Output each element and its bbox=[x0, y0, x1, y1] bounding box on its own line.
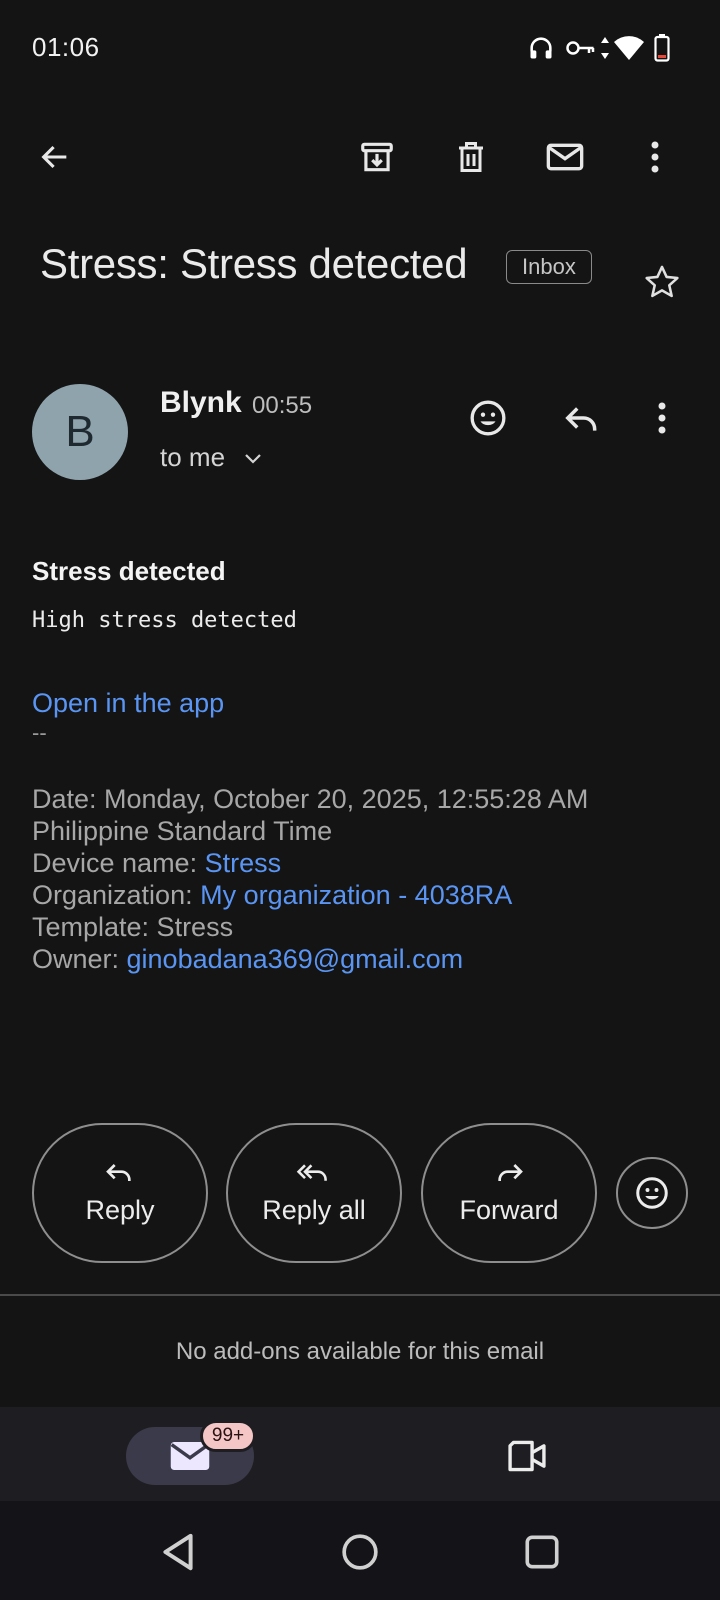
organization-link[interactable]: My organization - 4038RA bbox=[200, 880, 512, 910]
meet-video-icon[interactable] bbox=[502, 1436, 552, 1476]
chevron-down-icon bbox=[244, 453, 262, 465]
battery-icon bbox=[652, 32, 672, 64]
more-vert-icon[interactable] bbox=[640, 132, 670, 182]
date-line: Date: Monday, October 20, 2025, 12:55:28… bbox=[32, 784, 589, 814]
system-back-icon[interactable] bbox=[156, 1530, 200, 1574]
reply-button[interactable]: Reply bbox=[32, 1123, 208, 1263]
back-arrow-icon[interactable] bbox=[30, 132, 80, 182]
owner-email-link[interactable]: ginobadana369@gmail.com bbox=[127, 944, 464, 974]
reply-all-icon bbox=[296, 1161, 332, 1185]
archive-icon[interactable] bbox=[352, 132, 402, 182]
device-line: Device name: Stress bbox=[32, 848, 281, 879]
data-arrows-icon bbox=[598, 34, 612, 62]
emoji-reaction-icon[interactable] bbox=[466, 396, 510, 440]
forward-label: Forward bbox=[459, 1194, 559, 1225]
sender-name: Blynk bbox=[160, 386, 242, 419]
sender-avatar[interactable]: B bbox=[32, 384, 128, 480]
reply-icon bbox=[104, 1161, 136, 1185]
recipient-toggle[interactable]: to me bbox=[160, 442, 262, 473]
addons-message: No add-ons available for this email bbox=[175, 1338, 545, 1365]
wifi-icon bbox=[612, 33, 646, 63]
device-label: Device name: bbox=[32, 848, 205, 878]
timezone-line: Philippine Standard Time bbox=[32, 816, 333, 846]
forward-button[interactable]: Forward bbox=[421, 1123, 597, 1263]
inbox-label-chip[interactable]: Inbox bbox=[506, 250, 592, 284]
status-time: 01:06 bbox=[32, 32, 100, 62]
template-line: Template: Stress bbox=[32, 912, 234, 942]
signature-separator: -- bbox=[32, 720, 47, 745]
headphones-icon bbox=[526, 33, 556, 63]
system-recents-icon[interactable] bbox=[520, 1530, 564, 1574]
organization-line: Organization: My organization - 4038RA bbox=[32, 880, 512, 911]
organization-label: Organization: bbox=[32, 880, 201, 910]
reply-all-label: Reply all bbox=[262, 1194, 366, 1225]
body-text: High stress detected bbox=[32, 608, 297, 633]
unread-count-badge: 99+ bbox=[200, 1420, 256, 1452]
trash-icon[interactable] bbox=[446, 132, 496, 182]
addons-divider bbox=[0, 1294, 720, 1296]
open-in-app-link[interactable]: Open in the app bbox=[32, 688, 224, 719]
sender-more-icon[interactable] bbox=[650, 396, 674, 440]
email-subject: Stress: Stress detected bbox=[40, 240, 468, 287]
reply-all-button[interactable]: Reply all bbox=[226, 1123, 402, 1263]
emoji-icon bbox=[634, 1175, 670, 1211]
device-link[interactable]: Stress bbox=[205, 848, 282, 878]
vpn-key-icon bbox=[564, 34, 596, 62]
reply-icon[interactable] bbox=[560, 398, 604, 438]
sender-time: 00:55 bbox=[252, 392, 313, 419]
forward-icon bbox=[493, 1161, 525, 1185]
owner-label: Owner: bbox=[32, 944, 127, 974]
emoji-reaction-button[interactable] bbox=[616, 1157, 688, 1229]
owner-line: Owner: ginobadana369@gmail.com bbox=[32, 944, 463, 975]
body-heading: Stress detected bbox=[32, 556, 226, 586]
recipient-label: to me bbox=[160, 442, 226, 472]
system-home-icon[interactable] bbox=[338, 1530, 382, 1574]
bottom-navigation bbox=[0, 1407, 720, 1501]
star-icon[interactable] bbox=[640, 260, 684, 304]
mail-icon[interactable] bbox=[540, 132, 590, 182]
reply-label: Reply bbox=[85, 1194, 155, 1225]
